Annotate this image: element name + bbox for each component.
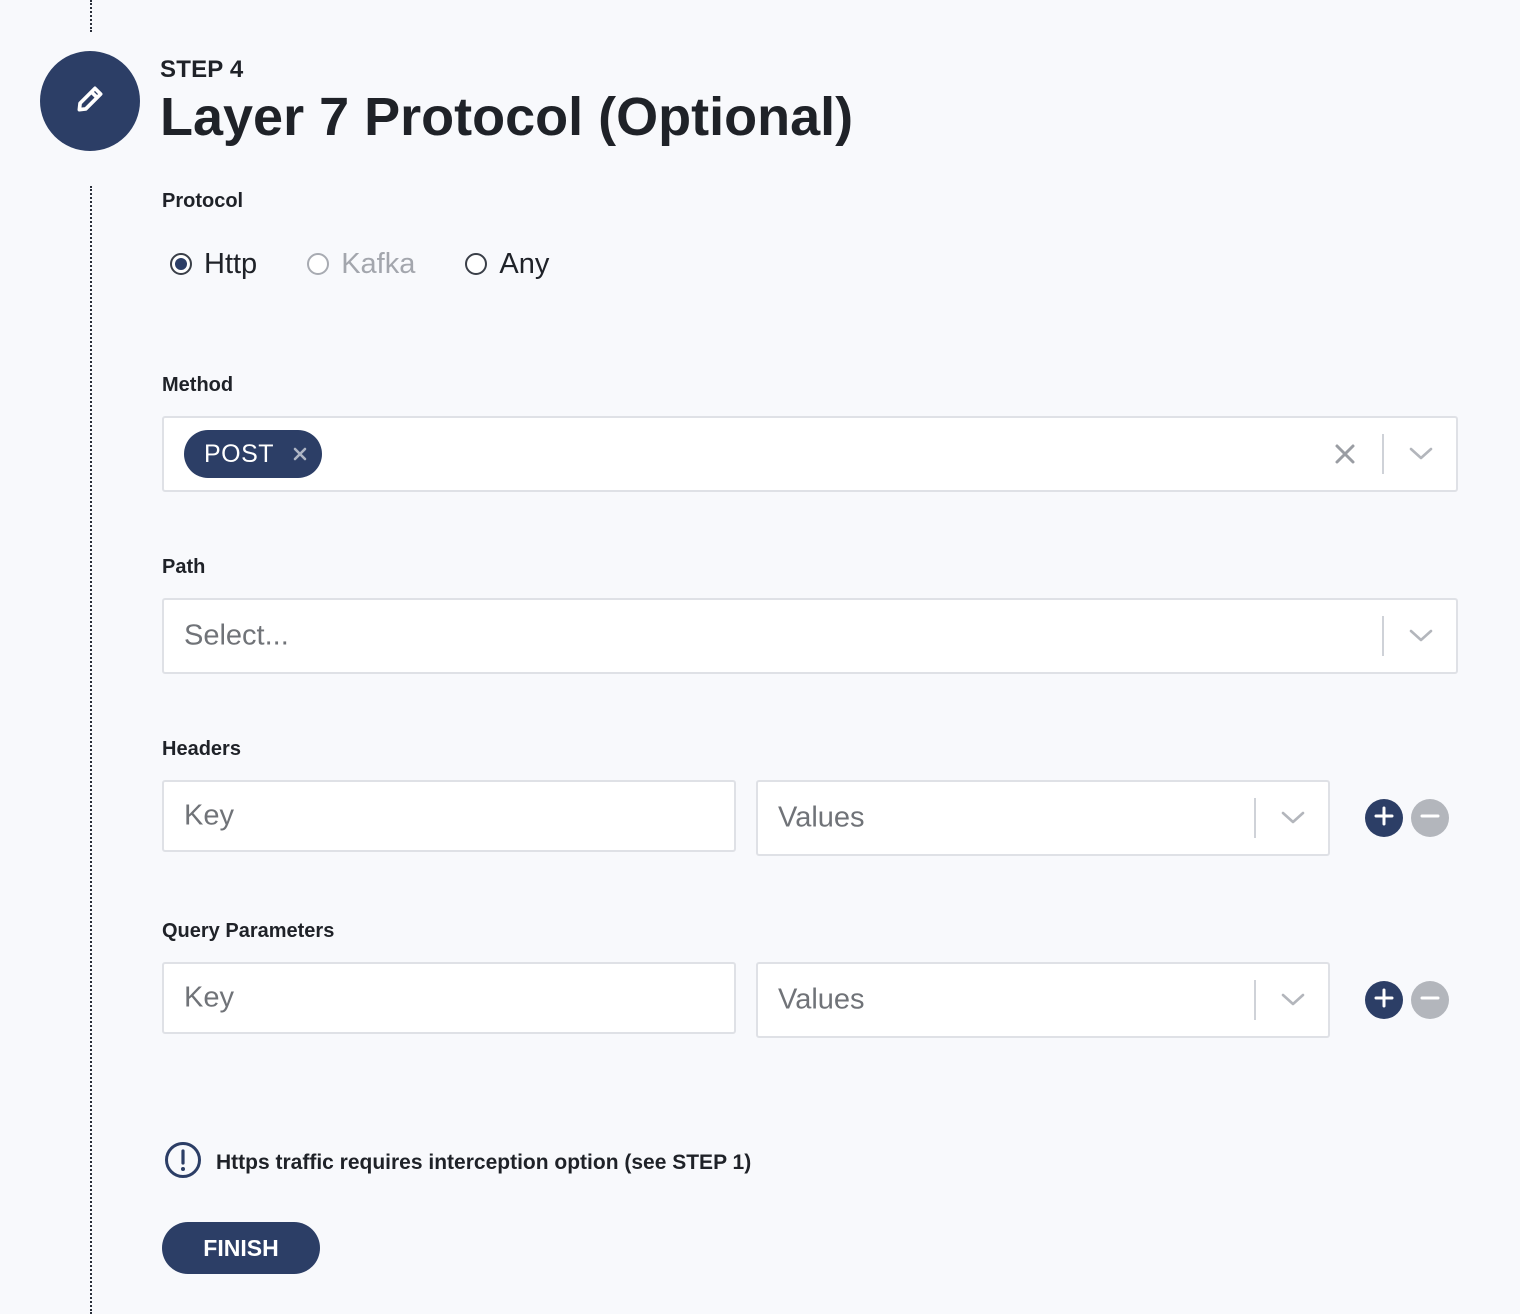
indicator-separator xyxy=(1382,434,1384,474)
chevron-down-icon[interactable] xyxy=(1406,621,1436,651)
minus-icon xyxy=(1420,988,1440,1013)
alert-icon xyxy=(164,1141,202,1184)
chevron-down-icon[interactable] xyxy=(1278,803,1308,833)
notice-text: Https traffic requires interception opti… xyxy=(216,1150,752,1174)
step-indicator xyxy=(40,51,140,151)
clear-icon[interactable] xyxy=(1330,439,1360,469)
page-title: Layer 7 Protocol (Optional) xyxy=(160,87,854,147)
radio-label-kafka: Kafka xyxy=(341,247,416,280)
indicator-separator xyxy=(1382,616,1384,656)
chip-label: POST xyxy=(204,439,275,468)
indicator-separator xyxy=(1254,980,1256,1020)
chevron-down-icon[interactable] xyxy=(1406,439,1436,469)
add-query-parameter-button[interactable] xyxy=(1365,981,1403,1019)
radio-label-any: Any xyxy=(499,247,550,280)
step-number: STEP 4 xyxy=(160,56,244,83)
radio-http[interactable]: Http xyxy=(170,248,257,281)
method-chip-post: POST xyxy=(184,430,323,478)
path-label: Path xyxy=(162,556,206,578)
plus-icon xyxy=(1374,806,1394,831)
chevron-down-icon[interactable] xyxy=(1278,985,1308,1015)
plus-icon xyxy=(1374,988,1394,1013)
https-notice: Https traffic requires interception opti… xyxy=(164,1141,751,1184)
timeline-connector xyxy=(90,186,92,1314)
radio-label-http: Http xyxy=(204,247,258,280)
radio-any[interactable]: Any xyxy=(465,248,549,281)
key-placeholder: Key xyxy=(184,981,234,1014)
pencil-icon xyxy=(73,82,107,121)
header-values-select[interactable]: Values xyxy=(756,780,1330,856)
remove-header-button[interactable] xyxy=(1411,799,1449,837)
radio-button-selected[interactable] xyxy=(170,253,192,275)
header-key-input[interactable]: Key xyxy=(162,780,736,852)
query-key-input[interactable]: Key xyxy=(162,962,736,1034)
query-parameters-label: Query Parameters xyxy=(162,920,335,942)
finish-button[interactable]: FINISH xyxy=(162,1222,320,1274)
radio-button-disabled xyxy=(307,253,330,275)
remove-chip-icon[interactable] xyxy=(292,446,308,462)
protocol-radio-group: Http Kafka Any xyxy=(170,244,599,284)
values-placeholder: Values xyxy=(778,801,865,834)
key-placeholder: Key xyxy=(184,799,234,832)
timeline-connector xyxy=(90,0,92,32)
values-placeholder: Values xyxy=(778,983,865,1016)
radio-kafka: Kafka xyxy=(307,248,415,281)
minus-icon xyxy=(1420,806,1440,831)
add-header-button[interactable] xyxy=(1365,799,1403,837)
protocol-label: Protocol xyxy=(162,190,244,212)
query-values-select[interactable]: Values xyxy=(756,962,1330,1038)
path-placeholder: Select... xyxy=(184,619,289,652)
path-select[interactable]: Select... xyxy=(162,598,1458,674)
radio-button[interactable] xyxy=(465,253,488,275)
headers-label: Headers xyxy=(162,738,241,760)
method-label: Method xyxy=(162,374,234,396)
indicator-separator xyxy=(1254,798,1256,838)
step-4-panel: STEP 4 Layer 7 Protocol (Optional) Proto… xyxy=(0,0,1520,1314)
remove-query-parameter-button[interactable] xyxy=(1411,981,1449,1019)
method-select[interactable]: POST xyxy=(162,416,1458,492)
